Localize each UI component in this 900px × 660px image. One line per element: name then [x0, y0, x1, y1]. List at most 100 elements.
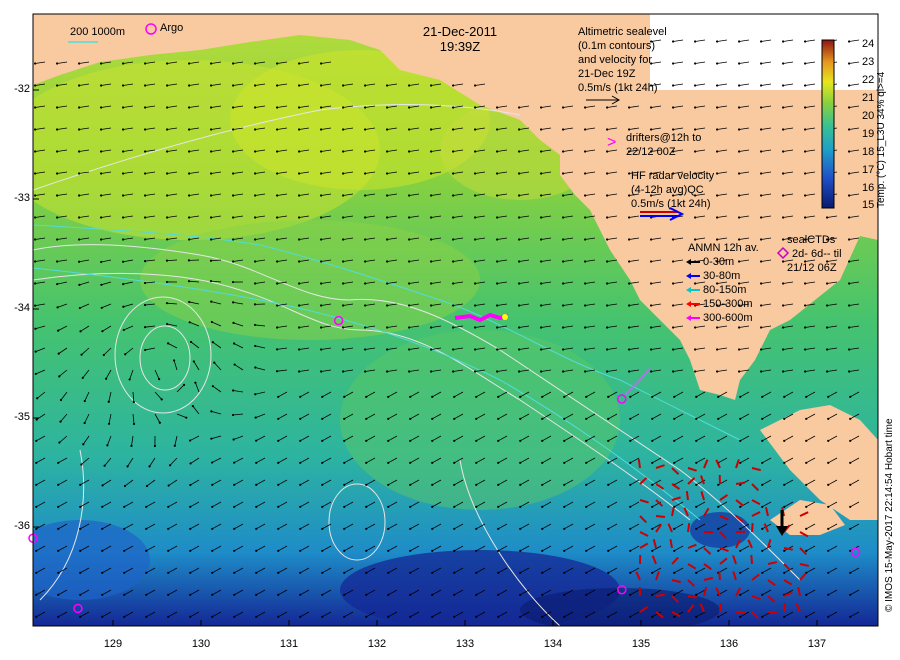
velocity-arrow-head — [849, 505, 852, 508]
velocity-arrow-head — [101, 549, 104, 552]
velocity-arrow-head — [343, 461, 346, 464]
velocity-arrow-head — [673, 593, 676, 596]
velocity-arrow-head — [321, 395, 324, 398]
velocity-arrow-head — [629, 615, 632, 618]
velocity-arrow-head — [629, 461, 632, 464]
velocity-arrow-head — [343, 483, 346, 486]
velocity-arrow-head — [103, 464, 106, 467]
velocity-arrow-head — [276, 128, 279, 131]
velocity-arrow-head — [34, 172, 37, 175]
velocity-arrow-head — [34, 282, 37, 285]
velocity-arrow-head — [145, 527, 148, 530]
argo-legend-label: Argo — [160, 22, 184, 34]
velocity-arrow-head — [827, 395, 830, 398]
velocity-arrow-head — [563, 571, 566, 574]
velocity-arrow-head — [343, 417, 346, 420]
velocity-arrow-head — [519, 417, 522, 420]
velocity-arrow-head — [232, 150, 235, 153]
velocity-arrow-head — [805, 461, 808, 464]
velocity-arrow-head — [122, 128, 125, 131]
velocity-arrow-head — [584, 304, 587, 307]
velocity-arrow-head — [783, 483, 786, 486]
velocity-arrow-head — [78, 150, 81, 153]
velocity-arrow-head — [519, 461, 522, 464]
velocity-arrow-head — [100, 172, 103, 175]
velocity-arrow-head — [760, 128, 763, 131]
velocity-arrow-head — [496, 348, 499, 351]
velocity-arrow-head — [607, 527, 610, 530]
velocity-arrow-head — [78, 128, 81, 131]
velocity-arrow-head — [298, 348, 301, 351]
velocity-arrow-head — [496, 172, 499, 175]
velocity-arrow-head — [672, 238, 675, 241]
velocity-arrow-head — [100, 106, 103, 109]
velocity-arrow-head — [650, 304, 653, 307]
velocity-arrow-head — [849, 417, 852, 420]
velocity-arrow-head — [277, 527, 280, 530]
velocity-arrow-head — [496, 128, 499, 131]
velocity-arrow-head — [123, 484, 127, 488]
velocity-arrow-head — [452, 370, 455, 373]
velocity-arrow-head — [848, 194, 851, 197]
velocity-arrow-head — [277, 483, 280, 486]
velocity-arrow-head — [650, 238, 653, 241]
velocity-arrow-head — [409, 483, 412, 486]
velocity-arrow-head — [827, 439, 830, 442]
velocity-arrow-head — [276, 62, 279, 65]
velocity-arrow-head — [760, 84, 763, 87]
velocity-arrow-head — [651, 439, 654, 442]
hf-radar-arrow — [719, 602, 722, 613]
velocity-arrow-head — [584, 370, 587, 373]
velocity-arrow-head — [584, 348, 587, 351]
velocity-arrow-head — [409, 395, 412, 398]
velocity-arrow-head — [650, 282, 653, 285]
velocity-arrow-head — [320, 172, 323, 175]
velocity-arrow-head — [254, 62, 257, 65]
velocity-arrow-head — [783, 615, 786, 618]
velocity-arrow-head — [541, 527, 544, 530]
velocity-arrow-head — [826, 326, 829, 329]
velocity-arrow-head — [167, 615, 170, 618]
velocity-arrow-head — [255, 571, 258, 574]
velocity-arrow-head — [188, 128, 191, 131]
velocity-arrow-head — [804, 348, 807, 351]
velocity-arrow-head — [210, 461, 214, 464]
velocity-arrow-head — [79, 593, 82, 596]
velocity-arrow-head — [277, 395, 280, 398]
velocity-arrow-head — [453, 571, 456, 574]
velocity-arrow-head — [783, 505, 786, 508]
velocity-arrow-head — [474, 370, 477, 373]
velocity-arrow-head — [453, 593, 456, 596]
velocity-arrow-head — [167, 484, 170, 487]
velocity-arrow-head — [78, 283, 81, 286]
velocity-arrow-head — [739, 439, 742, 442]
velocity-arrow-head — [849, 439, 852, 442]
velocity-arrow-head — [232, 238, 235, 241]
velocity-arrow-head — [277, 571, 280, 574]
velocity-arrow-head — [606, 348, 609, 351]
velocity-arrow-head — [277, 549, 280, 552]
anmn-item-3: 150-300m — [703, 298, 753, 310]
velocity-arrow-head — [562, 128, 565, 131]
velocity-arrow-head — [782, 150, 785, 153]
velocity-arrow-head — [209, 280, 213, 283]
velocity-arrow-head — [607, 549, 610, 552]
velocity-arrow-head — [80, 463, 83, 466]
velocity-arrow-head — [232, 194, 235, 197]
velocity-arrow-head — [694, 62, 697, 65]
velocity-arrow-head — [430, 84, 433, 87]
velocity-arrow-head — [165, 259, 169, 262]
velocity-arrow-head — [211, 593, 214, 596]
velocity-arrow-head — [431, 593, 434, 596]
velocity-arrow-head — [475, 483, 478, 486]
velocity-arrow-head — [166, 194, 169, 197]
velocity-arrow-head — [56, 106, 59, 109]
velocity-arrow-head — [254, 238, 257, 241]
velocity-arrow-head — [298, 194, 301, 197]
velocity-arrow-head — [320, 106, 323, 109]
velocity-arrow-head — [452, 128, 455, 131]
velocity-arrow-head — [364, 348, 367, 351]
velocity-arrow-head — [497, 549, 500, 552]
velocity-arrow-head — [805, 505, 808, 508]
velocity-arrow-head — [364, 216, 367, 219]
